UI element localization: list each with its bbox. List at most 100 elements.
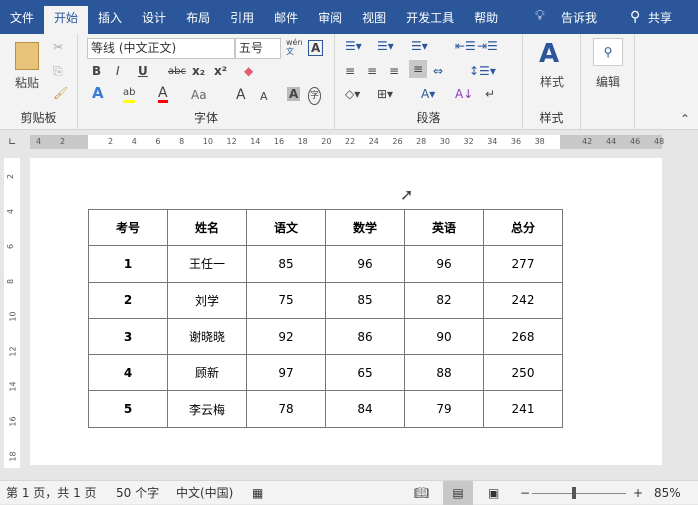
enclose-char-button[interactable]: 字 (308, 87, 322, 105)
highlight-button[interactable]: ab (123, 86, 136, 103)
chinese-layout-icon[interactable]: A▾ (421, 87, 435, 101)
page-count[interactable]: 第 1 页，共 1 页 (6, 481, 97, 505)
table-cell[interactable]: 李云梅 (167, 390, 247, 428)
superscript-button[interactable]: x² (214, 64, 227, 78)
table-cell[interactable]: 92 (246, 317, 326, 356)
table-cell[interactable]: 刘学 (167, 281, 247, 319)
horizontal-ruler[interactable]: ∟ 4 2 2 4 6 8 10 12 14 16 18 20 22 24 26 28 30 32 34 36 38 42… (0, 132, 698, 154)
borders-icon[interactable]: ⊞▾ (377, 87, 393, 101)
zoom-in-button[interactable]: + (633, 481, 643, 505)
strikethrough-button[interactable]: abc (168, 65, 186, 79)
paste-button[interactable]: 粘贴 (15, 76, 39, 90)
bold-button[interactable]: B (92, 64, 101, 78)
table-cell[interactable]: 97 (246, 354, 326, 392)
table-cell[interactable]: 4 (88, 354, 168, 392)
phonetic-guide-icon[interactable]: wén 文 (286, 38, 303, 56)
format-painter-icon[interactable]: 🖌︎ (53, 86, 68, 100)
tell-me-button[interactable]: 告诉我 (561, 11, 597, 25)
table-cell[interactable]: 1 (88, 245, 168, 283)
tab-selector-icon[interactable]: ∟ (8, 136, 16, 150)
table-cell[interactable]: 79 (404, 390, 484, 428)
line-spacing-icon[interactable]: ↕☰▾ (469, 64, 496, 78)
tab-2[interactable]: 插入 (88, 6, 132, 34)
align-left-icon[interactable]: ≡ (345, 64, 355, 78)
align-right-icon[interactable]: ≡ (389, 64, 399, 78)
justify-icon[interactable]: ≡ (409, 60, 428, 78)
table-cell[interactable]: 241 (483, 390, 563, 428)
styles-button[interactable]: 样式 (540, 75, 564, 89)
table-cell[interactable]: 顾新 (167, 354, 247, 392)
show-marks-icon[interactable]: ↵ (485, 87, 495, 101)
zoom-out-button[interactable]: − (520, 481, 530, 505)
word-count[interactable]: 50 个字 (116, 481, 159, 505)
styles-icon[interactable]: A (539, 40, 559, 68)
align-center-icon[interactable]: ≡ (367, 64, 377, 78)
copy-icon[interactable]: ⎘ (53, 64, 63, 78)
cut-icon[interactable]: ✂ (53, 40, 63, 54)
table-cell[interactable]: 3 (88, 317, 168, 356)
tab-0[interactable]: 文件 (0, 6, 44, 34)
table-cell[interactable]: 85 (325, 281, 405, 319)
editing-button[interactable]: 编辑 (596, 75, 620, 89)
table-cell[interactable]: 250 (483, 354, 563, 392)
subscript-button[interactable]: x₂ (192, 64, 205, 78)
char-border-icon[interactable]: A (308, 40, 324, 56)
table-cell[interactable]: 242 (483, 281, 563, 319)
grow-font-button[interactable]: A (236, 88, 246, 102)
table-cell[interactable]: 96 (404, 245, 484, 283)
font-name-select[interactable]: 等线 (中文正文) (87, 38, 235, 59)
vertical-ruler[interactable]: 2 4 6 8 10 12 14 16 18 (4, 158, 20, 468)
shading-icon[interactable]: ◇▾ (345, 87, 360, 101)
paste-icon[interactable] (15, 42, 39, 70)
table-cell[interactable]: 王任一 (167, 245, 247, 283)
table-cell[interactable]: 总分 (483, 208, 563, 247)
table-cell[interactable]: 88 (404, 354, 484, 392)
zoom-level[interactable]: 85% (654, 481, 681, 505)
char-shading-button[interactable]: A (287, 87, 301, 101)
tab-4[interactable]: 布局 (176, 6, 220, 34)
table-cell[interactable]: 86 (325, 317, 405, 356)
sort-icon[interactable]: A↓ (455, 87, 473, 101)
table-cell[interactable]: 英语 (404, 208, 484, 247)
underline-button[interactable]: U (138, 64, 148, 78)
text-effect-button[interactable]: A (92, 86, 104, 101)
change-case-button[interactable]: Aa (191, 88, 207, 102)
zoom-slider-thumb[interactable] (572, 487, 576, 499)
table-cell[interactable]: 2 (88, 281, 168, 319)
lightbulb-icon[interactable]: 💡︎ (535, 9, 545, 23)
table-cell[interactable]: 78 (246, 390, 326, 428)
zoom-slider[interactable] (532, 493, 626, 494)
tab-5[interactable]: 引用 (220, 6, 264, 34)
web-layout-icon[interactable]: ▣ (488, 481, 499, 505)
font-color-button[interactable]: A (158, 86, 168, 103)
tab-6[interactable]: 邮件 (264, 6, 308, 34)
collapse-ribbon-icon[interactable]: ⌃ (680, 112, 690, 126)
table-cell[interactable]: 96 (325, 245, 405, 283)
table-cell[interactable]: 277 (483, 245, 563, 283)
clear-format-icon[interactable]: ◆ (244, 64, 253, 78)
table-cell[interactable]: 语文 (246, 208, 326, 247)
read-mode-icon[interactable]: 📖︎ (414, 481, 429, 505)
table-cell[interactable]: 谢晓晓 (167, 317, 247, 356)
distributed-icon[interactable]: ⇔ (433, 64, 443, 78)
tab-7[interactable]: 审阅 (308, 6, 352, 34)
tab-10[interactable]: 帮助 (464, 6, 508, 34)
table-cell[interactable]: 75 (246, 281, 326, 319)
tab-1[interactable]: 开始 (44, 6, 89, 34)
table-cell[interactable]: 268 (483, 317, 563, 356)
table-cell[interactable]: 考号 (88, 208, 168, 247)
search-icon[interactable]: ⚲ (593, 38, 623, 66)
table-cell[interactable]: 姓名 (167, 208, 247, 247)
increase-indent-icon[interactable]: ⇥☰ (477, 39, 498, 53)
table-cell[interactable]: 65 (325, 354, 405, 392)
decrease-indent-icon[interactable]: ⇤☰ (455, 39, 476, 53)
tab-3[interactable]: 设计 (132, 6, 176, 34)
bullets-icon[interactable]: ☰▾ (345, 39, 362, 53)
macro-icon[interactable]: ▦ (252, 481, 263, 505)
numbering-icon[interactable]: ☰▾ (377, 39, 394, 53)
table-cell[interactable]: 84 (325, 390, 405, 428)
italic-button[interactable]: I (116, 64, 120, 78)
table-cell[interactable]: 数学 (325, 208, 405, 247)
tab-9[interactable]: 开发工具 (396, 6, 464, 34)
font-size-select[interactable]: 五号 (235, 38, 281, 59)
